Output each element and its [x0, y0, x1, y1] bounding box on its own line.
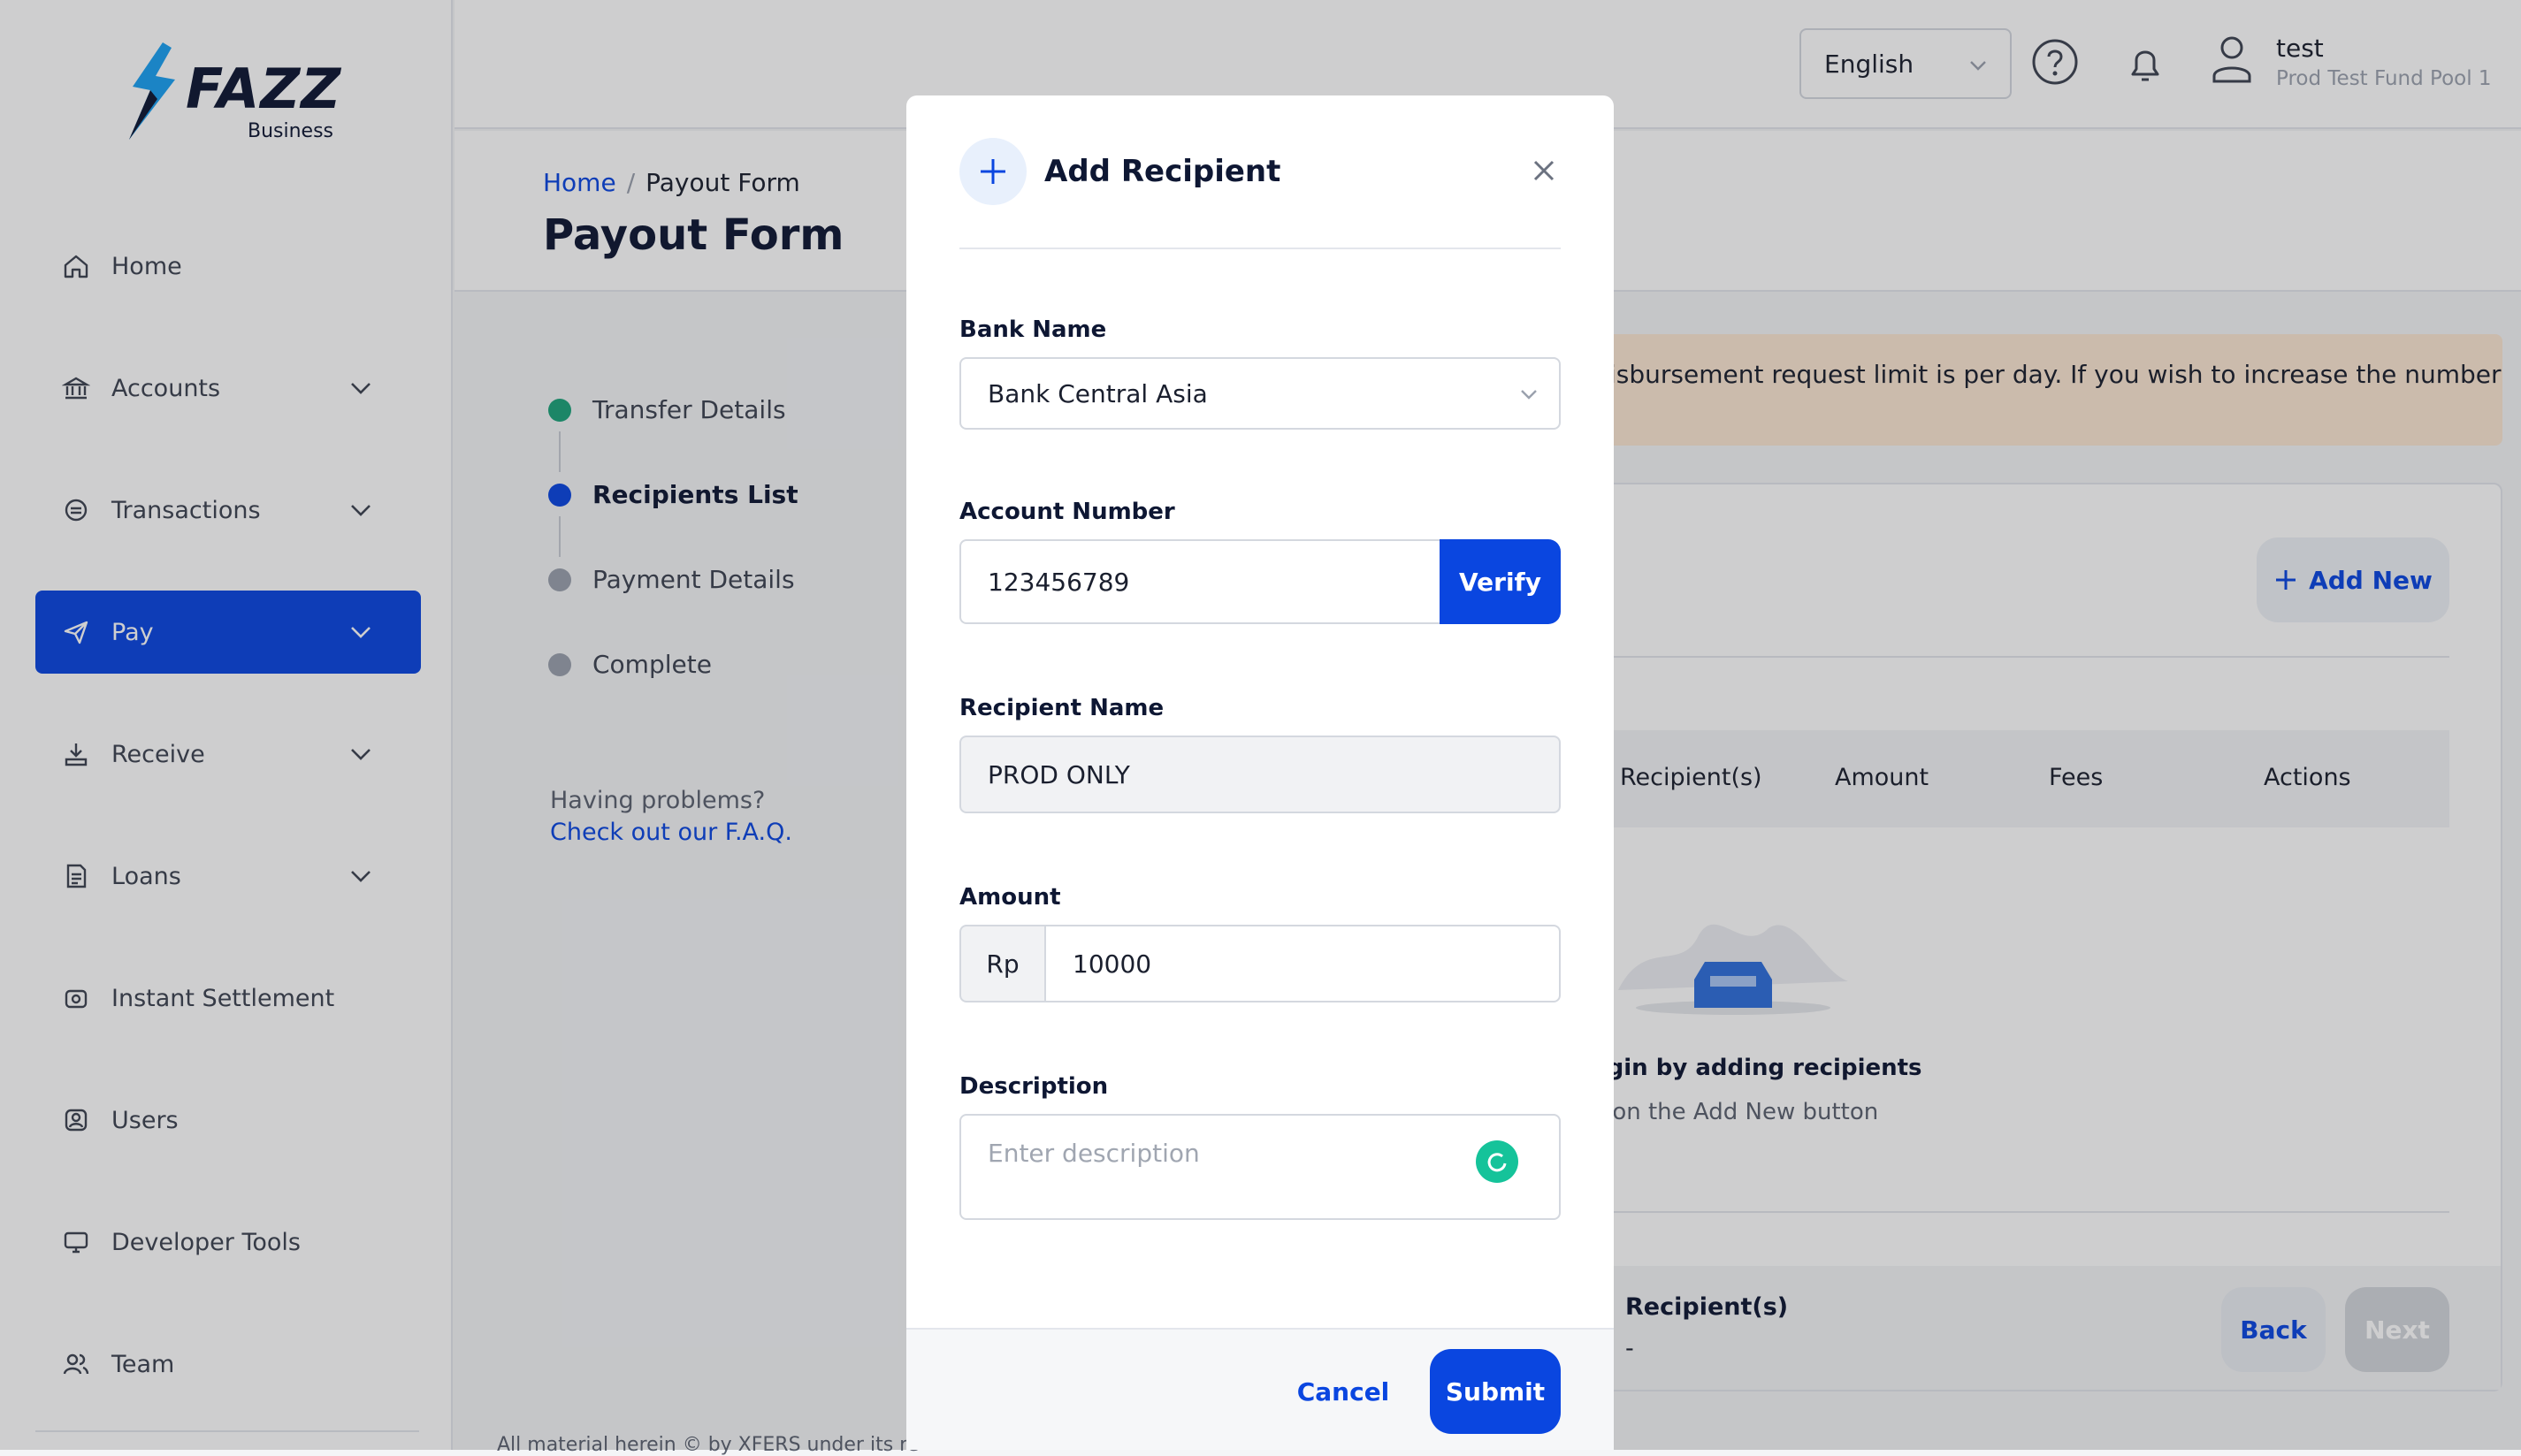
submit-button[interactable]: Submit: [1430, 1349, 1561, 1434]
account-number-value: 123456789: [988, 567, 1130, 597]
verify-button[interactable]: Verify: [1440, 539, 1561, 624]
recipient-name-value: PROD ONLY: [988, 759, 1130, 789]
amount-input[interactable]: 10000: [1044, 925, 1561, 1002]
account-number-label: Account Number: [959, 499, 1175, 525]
description-textarea[interactable]: Enter description: [959, 1114, 1561, 1220]
close-icon[interactable]: [1525, 152, 1562, 189]
bank-name-select[interactable]: Bank Central Asia: [959, 357, 1561, 430]
add-recipient-modal: Add Recipient Bank Name Bank Central Asi…: [906, 95, 1614, 1450]
amount-value: 10000: [1073, 949, 1152, 979]
cancel-button[interactable]: Cancel: [1280, 1349, 1407, 1434]
plus-icon: [981, 159, 1005, 184]
account-number-input[interactable]: 123456789: [959, 539, 1440, 624]
amount-label: Amount: [959, 884, 1061, 911]
bank-name-value: Bank Central Asia: [988, 378, 1208, 408]
add-icon-badge: [959, 138, 1027, 205]
grammarly-icon[interactable]: [1476, 1140, 1518, 1183]
recipient-name-field: PROD ONLY: [959, 736, 1561, 813]
description-placeholder: Enter description: [988, 1139, 1200, 1168]
currency-prefix: Rp: [959, 925, 1046, 1002]
chevron-down-icon: [1521, 390, 1537, 400]
modal-title: Add Recipient: [1044, 154, 1281, 189]
modal-divider: [959, 248, 1561, 249]
description-label: Description: [959, 1073, 1109, 1100]
recipient-name-label: Recipient Name: [959, 695, 1165, 721]
bank-name-label: Bank Name: [959, 316, 1107, 343]
